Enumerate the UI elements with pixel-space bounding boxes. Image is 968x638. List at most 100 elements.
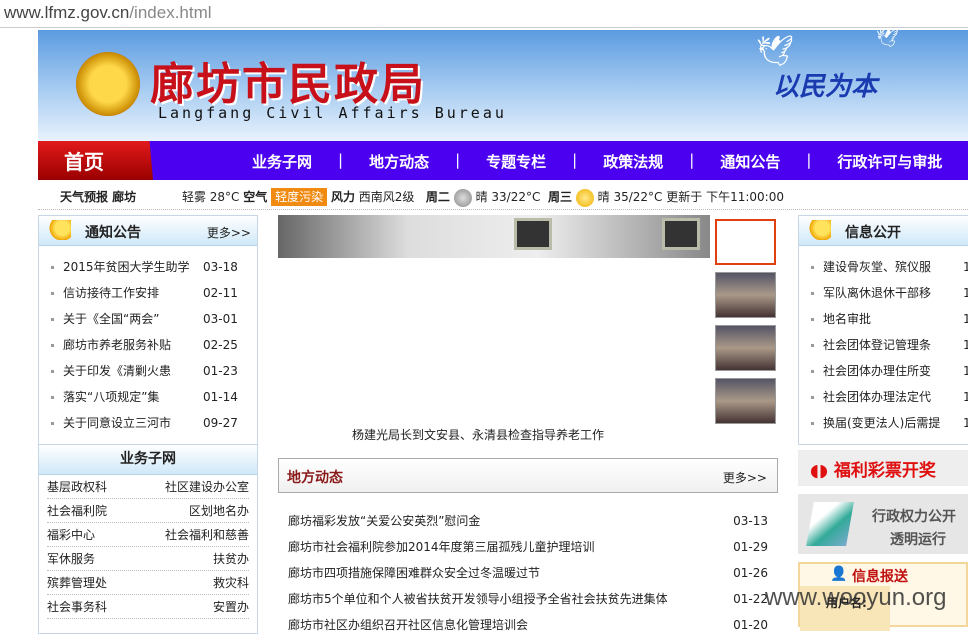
list-item[interactable]: 军队离休退休干部移 1 bbox=[811, 280, 968, 306]
user-icon: 👤 bbox=[830, 566, 848, 582]
url-path: /index.html bbox=[129, 3, 212, 22]
news-item[interactable]: 廊坊福彩发放“关爱公安英烈”慰问金 03-13 bbox=[288, 508, 768, 534]
power-line2: 透明运行 bbox=[890, 532, 946, 548]
notice-more-link[interactable]: 更多>> bbox=[207, 224, 251, 241]
subnet-row: 社会事务科 安置办 bbox=[47, 595, 249, 619]
nav-item[interactable]: 通知公告 bbox=[720, 151, 780, 172]
nav-item[interactable]: 行政许可与审批 bbox=[837, 151, 942, 172]
nav-item[interactable]: 地方动态 bbox=[369, 151, 429, 172]
news-item[interactable]: 廊坊市5个单位和个人被省扶贫开发领导小组授予全省社会扶贫先进集体 01-22 bbox=[288, 586, 768, 612]
list-item[interactable]: 落实“八项规定”集 01-14 bbox=[51, 384, 257, 410]
news-title[interactable]: 廊坊市社会福利院参加2014年度第三届孤残儿童护理培训 bbox=[288, 540, 595, 554]
subnet-link[interactable]: 扶贫办 bbox=[213, 547, 249, 570]
slideshow-photo[interactable] bbox=[278, 215, 710, 258]
notice-box: 通知公告 更多>> 2015年贫困大学生助学 03-18 信访接待工作安排 02-11… bbox=[38, 215, 258, 445]
power-disclosure-banner[interactable]: 行政权力公开 透明运行 bbox=[798, 494, 968, 554]
item-text[interactable]: 军队离休退休干部移 bbox=[823, 280, 931, 306]
subnet-link[interactable]: 救灾科 bbox=[213, 571, 249, 594]
item-text[interactable]: 关于《全国“两会” bbox=[63, 306, 159, 332]
list-item[interactable]: 关于同意设立三河市 09-27 bbox=[51, 410, 257, 436]
item-date: 02-25 bbox=[203, 338, 238, 352]
item-date: 1 bbox=[963, 260, 968, 274]
bird-icon: 🕊 bbox=[756, 34, 795, 69]
nav-item[interactable]: 专题专栏 bbox=[486, 151, 546, 172]
day1: 周二 bbox=[425, 190, 450, 204]
report-title: 信息报送 bbox=[852, 569, 908, 585]
list-item[interactable]: 建设骨灰堂、殡仪服 1 bbox=[811, 254, 968, 280]
slide-thumbnail[interactable] bbox=[715, 378, 776, 424]
address-bar[interactable]: www.lfmz.gov.cn/index.html bbox=[0, 0, 968, 28]
wind-label: 风力 bbox=[330, 190, 355, 204]
item-date: 1 bbox=[963, 416, 968, 430]
item-text[interactable]: 地名审批 bbox=[823, 306, 871, 332]
cloudy-icon bbox=[453, 188, 472, 207]
wind-value: 西南风2级 bbox=[358, 190, 415, 204]
news-title[interactable]: 廊坊市社区办组织召开社区信息化管理培训会 bbox=[288, 618, 528, 632]
item-text[interactable]: 社会团体登记管理条 bbox=[823, 332, 931, 358]
news-item[interactable]: 廊坊市四项措施保障困难群众安全过冬温暖过节 01-26 bbox=[288, 560, 768, 586]
header-banner: 廊坊市民政局 Langfang Civil Affairs Bureau 🕊 🕊… bbox=[38, 28, 968, 141]
item-text[interactable]: 2015年贫困大学生助学 bbox=[63, 254, 190, 280]
news-date: 01-26 bbox=[733, 566, 768, 580]
list-item[interactable]: 社会团体办理住所变 1 bbox=[811, 358, 968, 384]
item-text[interactable]: 社会团体办理住所变 bbox=[823, 358, 931, 384]
item-text[interactable]: 关于同意设立三河市 bbox=[63, 410, 171, 436]
subnet-link[interactable]: 军休服务 bbox=[47, 547, 95, 570]
main-nav: 首页 业务子网 | 地方动态 | 专题专栏 | 政策法规 | 通知公告 | 行政许可与审批 bbox=[38, 141, 968, 180]
item-text[interactable]: 落实“八项规定”集 bbox=[63, 384, 159, 410]
slide-thumbnail[interactable] bbox=[715, 272, 776, 318]
item-text[interactable]: 信访接待工作安排 bbox=[63, 280, 159, 306]
news-title[interactable]: 廊坊市5个单位和个人被省扶贫开发领导小组授予全省社会扶贫先进集体 bbox=[288, 592, 668, 606]
weather-updated: 更新于 下午11:00:00 bbox=[666, 190, 784, 204]
item-text[interactable]: 廊坊市养老服务补贴 bbox=[63, 332, 171, 358]
subnet-link[interactable]: 区划地名办 bbox=[189, 499, 249, 522]
subnet-link[interactable]: 福彩中心 bbox=[47, 523, 95, 546]
feather-icon bbox=[806, 502, 854, 546]
news-date: 03-13 bbox=[733, 514, 768, 528]
lottery-text: 福利彩票开奖 bbox=[833, 461, 936, 481]
day2-weather: 晴 35/22°C bbox=[597, 190, 663, 204]
subnet-link[interactable]: 殡葬管理处 bbox=[47, 571, 107, 594]
subnet-link[interactable]: 社会事务科 bbox=[47, 595, 107, 618]
list-item[interactable]: 社会团体登记管理条 1 bbox=[811, 332, 968, 358]
list-item[interactable]: 信访接待工作安排 02-11 bbox=[51, 280, 257, 306]
lottery-banner[interactable]: ◖◗ 福利彩票开奖 bbox=[798, 450, 968, 486]
subnet-link[interactable]: 社区建设办公室 bbox=[165, 475, 249, 498]
item-date: 09-27 bbox=[203, 416, 238, 430]
day2: 周三 bbox=[547, 190, 572, 204]
list-item[interactable]: 关于《全国“两会” 03-01 bbox=[51, 306, 257, 332]
nav-item[interactable]: 业务子网 bbox=[252, 151, 312, 172]
air-quality-badge: 轻度污染 bbox=[271, 188, 328, 206]
subnet-title: 业务子网 bbox=[120, 451, 176, 467]
list-item[interactable]: 廊坊市养老服务补贴 02-25 bbox=[51, 332, 257, 358]
day1-weather: 晴 33/22°C bbox=[475, 190, 541, 204]
nav-sep: | bbox=[455, 151, 461, 169]
nav-sep: | bbox=[689, 151, 695, 169]
item-text[interactable]: 建设骨灰堂、殡仪服 bbox=[823, 254, 931, 280]
news-item[interactable]: 廊坊市社会福利院参加2014年度第三届孤残儿童护理培训 01-29 bbox=[288, 534, 768, 560]
item-text[interactable]: 换届(变更法人)后需提 bbox=[823, 410, 940, 436]
list-item[interactable]: 社会团体办理法定代 1 bbox=[811, 384, 968, 410]
list-item[interactable]: 2015年贫困大学生助学 03-18 bbox=[51, 254, 257, 280]
nav-home[interactable]: 首页 bbox=[38, 141, 153, 180]
list-item[interactable]: 关于印发《清剿火患 01-23 bbox=[51, 358, 257, 384]
list-item[interactable]: 地名审批 1 bbox=[811, 306, 968, 332]
subnet-link[interactable]: 社会福利院 bbox=[47, 499, 107, 522]
news-item[interactable]: 廊坊市社区办组织召开社区信息化管理培训会 01-20 bbox=[288, 612, 768, 638]
item-text[interactable]: 关于印发《清剿火患 bbox=[63, 358, 171, 384]
slide-thumbnail[interactable] bbox=[715, 325, 776, 371]
subnet-link[interactable]: 安置办 bbox=[213, 595, 249, 618]
item-text[interactable]: 社会团体办理法定代 bbox=[823, 384, 931, 410]
item-date: 03-01 bbox=[203, 312, 238, 326]
subnet-link[interactable]: 基层政权科 bbox=[47, 475, 107, 498]
item-date: 03-18 bbox=[203, 260, 238, 274]
slide-thumbnail[interactable] bbox=[715, 219, 776, 265]
list-item[interactable]: 换届(变更法人)后需提 1 bbox=[811, 410, 968, 436]
bird-icon: 🕊 bbox=[876, 28, 899, 49]
news-title[interactable]: 廊坊市四项措施保障困难群众安全过冬温暖过节 bbox=[288, 566, 540, 580]
slideshow-caption[interactable]: 杨建光局长到文安县、永清县检查指导养老工作 bbox=[352, 426, 604, 443]
local-more-link[interactable]: 更多>> bbox=[723, 469, 767, 486]
nav-item[interactable]: 政策法规 bbox=[603, 151, 663, 172]
subnet-link[interactable]: 社会福利和慈善 bbox=[165, 523, 249, 546]
news-title[interactable]: 廊坊福彩发放“关爱公安英烈”慰问金 bbox=[288, 514, 480, 528]
